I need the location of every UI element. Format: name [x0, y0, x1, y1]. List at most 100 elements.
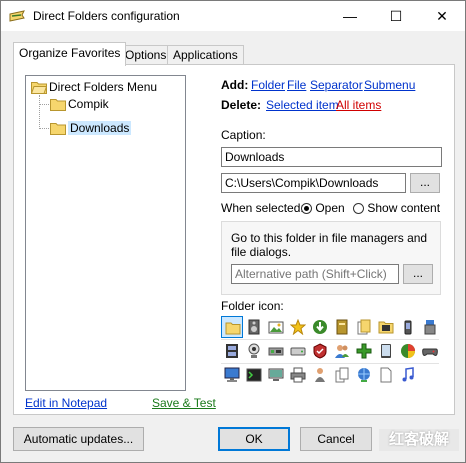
- folder-icon-option[interactable]: [353, 340, 375, 362]
- delete-all-link[interactable]: All items: [336, 98, 381, 112]
- folder-icon-option[interactable]: [287, 316, 309, 338]
- title-bar[interactable]: Direct Folders configuration — ☐ ✕: [1, 1, 465, 31]
- when-selected-label: When selected:: [221, 201, 304, 215]
- folder-icon-option[interactable]: [331, 364, 353, 386]
- show-content-radio-label: Show content: [367, 201, 441, 215]
- folder-icon-option[interactable]: [221, 364, 243, 386]
- folder-icon-option[interactable]: [375, 316, 397, 338]
- picture-icon: [268, 321, 284, 334]
- folder-icon-option[interactable]: [331, 316, 353, 338]
- folder-icon-option[interactable]: [243, 316, 265, 338]
- film-folder-icon: [378, 321, 394, 334]
- minimize-button[interactable]: —: [327, 1, 373, 31]
- shield-icon: [313, 343, 327, 359]
- network-icon: [268, 347, 284, 356]
- folder-icon-option[interactable]: [397, 340, 419, 362]
- favorites-tree[interactable]: Direct Folders Menu Compik Downloads: [25, 75, 186, 391]
- folder-icon-option[interactable]: [397, 316, 419, 338]
- book-icon: [336, 319, 348, 335]
- path-input[interactable]: C:\Users\Compik\Downloads: [221, 173, 406, 193]
- maximize-button[interactable]: ☐: [373, 1, 419, 31]
- automatic-updates-button[interactable]: Automatic updates...: [13, 427, 144, 451]
- tablet-icon: [381, 344, 391, 358]
- folder-icon: [225, 322, 241, 335]
- folder-icon-option[interactable]: [419, 340, 441, 362]
- folder-icon-label: Folder icon:: [221, 299, 284, 313]
- app-icon: [9, 10, 25, 22]
- folder-icon-option[interactable]: [221, 340, 243, 362]
- add-separator-link[interactable]: Separator: [310, 78, 363, 92]
- folder-icon-option[interactable]: [331, 340, 353, 362]
- users-icon: [335, 345, 349, 358]
- tab-applications[interactable]: Applications: [167, 45, 244, 65]
- phone-icon: [404, 320, 412, 335]
- tree-connector: [39, 95, 40, 129]
- cancel-button[interactable]: Cancel: [300, 427, 372, 451]
- folder-icon-option[interactable]: [375, 340, 397, 362]
- add-folder-link[interactable]: Folder: [251, 78, 285, 92]
- caption-label: Caption:: [221, 128, 266, 142]
- music-note-icon: [402, 367, 414, 382]
- folder-icon-option[interactable]: [375, 364, 397, 386]
- person-icon: [315, 368, 325, 382]
- monitor-icon: [268, 368, 284, 381]
- folder-icon-option[interactable]: [353, 316, 375, 338]
- folder-icon-option[interactable]: [243, 364, 265, 386]
- folder-icon-option[interactable]: [265, 364, 287, 386]
- path-browse-button[interactable]: ...: [410, 173, 440, 193]
- ok-button[interactable]: OK: [218, 427, 290, 451]
- folder-icon: [50, 99, 66, 112]
- download-icon: [313, 320, 327, 334]
- tree-item-root[interactable]: Direct Folders Menu: [31, 79, 157, 95]
- folder-icon-option[interactable]: [265, 340, 287, 362]
- tab-organize-favorites[interactable]: Organize Favorites: [13, 42, 127, 66]
- open-radio[interactable]: Open: [301, 201, 345, 215]
- printer-icon: [290, 367, 306, 383]
- usb-icon: [424, 320, 436, 335]
- folder-icon-option[interactable]: [221, 316, 243, 338]
- plus-icon: [356, 343, 372, 359]
- folder-icon-option[interactable]: [419, 316, 441, 338]
- documents-icon: [357, 319, 371, 335]
- open-folder-icon: [31, 82, 47, 95]
- drive-icon: [290, 347, 306, 356]
- folder-icon-option[interactable]: [309, 364, 331, 386]
- folder-icon-option[interactable]: [309, 316, 331, 338]
- open-radio-label: Open: [315, 201, 345, 215]
- folder-icon-option[interactable]: [287, 364, 309, 386]
- tree-item-compik[interactable]: Compik: [50, 96, 109, 112]
- terminal-icon: [246, 368, 262, 382]
- folder-icon-option[interactable]: [397, 364, 419, 386]
- film-icon: [226, 344, 238, 358]
- tree-item-label: Compik: [68, 97, 109, 111]
- folder-icon-option[interactable]: [309, 340, 331, 362]
- close-button[interactable]: ✕: [419, 1, 465, 31]
- gamepad-icon: [422, 348, 438, 356]
- tree-item-downloads[interactable]: Downloads: [50, 120, 132, 136]
- alternative-path-input[interactable]: [231, 264, 399, 284]
- folder-icon-option[interactable]: [265, 316, 287, 338]
- caption-input[interactable]: Downloads: [221, 147, 442, 167]
- pie-chart-icon: [401, 344, 415, 358]
- folder-icon-option[interactable]: [353, 364, 375, 386]
- show-content-radio[interactable]: Show content: [353, 201, 440, 215]
- folder-icon: [50, 123, 66, 136]
- desktop-icon: [224, 367, 240, 382]
- folder-icon-option[interactable]: [243, 340, 265, 362]
- goto-folder-group: Go to this folder in file managers and f…: [221, 221, 441, 295]
- delete-selected-link[interactable]: Selected item: [266, 98, 339, 112]
- config-window: Direct Folders configuration — ☐ ✕ Organ…: [0, 0, 466, 463]
- tree-item-label: Direct Folders Menu: [49, 80, 158, 94]
- edit-in-notepad-link[interactable]: Edit in Notepad: [25, 396, 107, 410]
- radio-unchecked-icon: [353, 203, 364, 215]
- tab-options[interactable]: Options: [119, 45, 173, 65]
- save-test-link[interactable]: Save & Test: [152, 396, 216, 410]
- window-title: Direct Folders configuration: [33, 9, 180, 23]
- alt-path-browse-button[interactable]: ...: [403, 264, 433, 284]
- tree-item-label: Downloads: [68, 121, 132, 135]
- add-label: Add:: [221, 78, 249, 92]
- add-submenu-link[interactable]: Submenu: [364, 78, 415, 92]
- network-globe-icon: [358, 368, 370, 382]
- folder-icon-option[interactable]: [287, 340, 309, 362]
- add-file-link[interactable]: File: [287, 78, 306, 92]
